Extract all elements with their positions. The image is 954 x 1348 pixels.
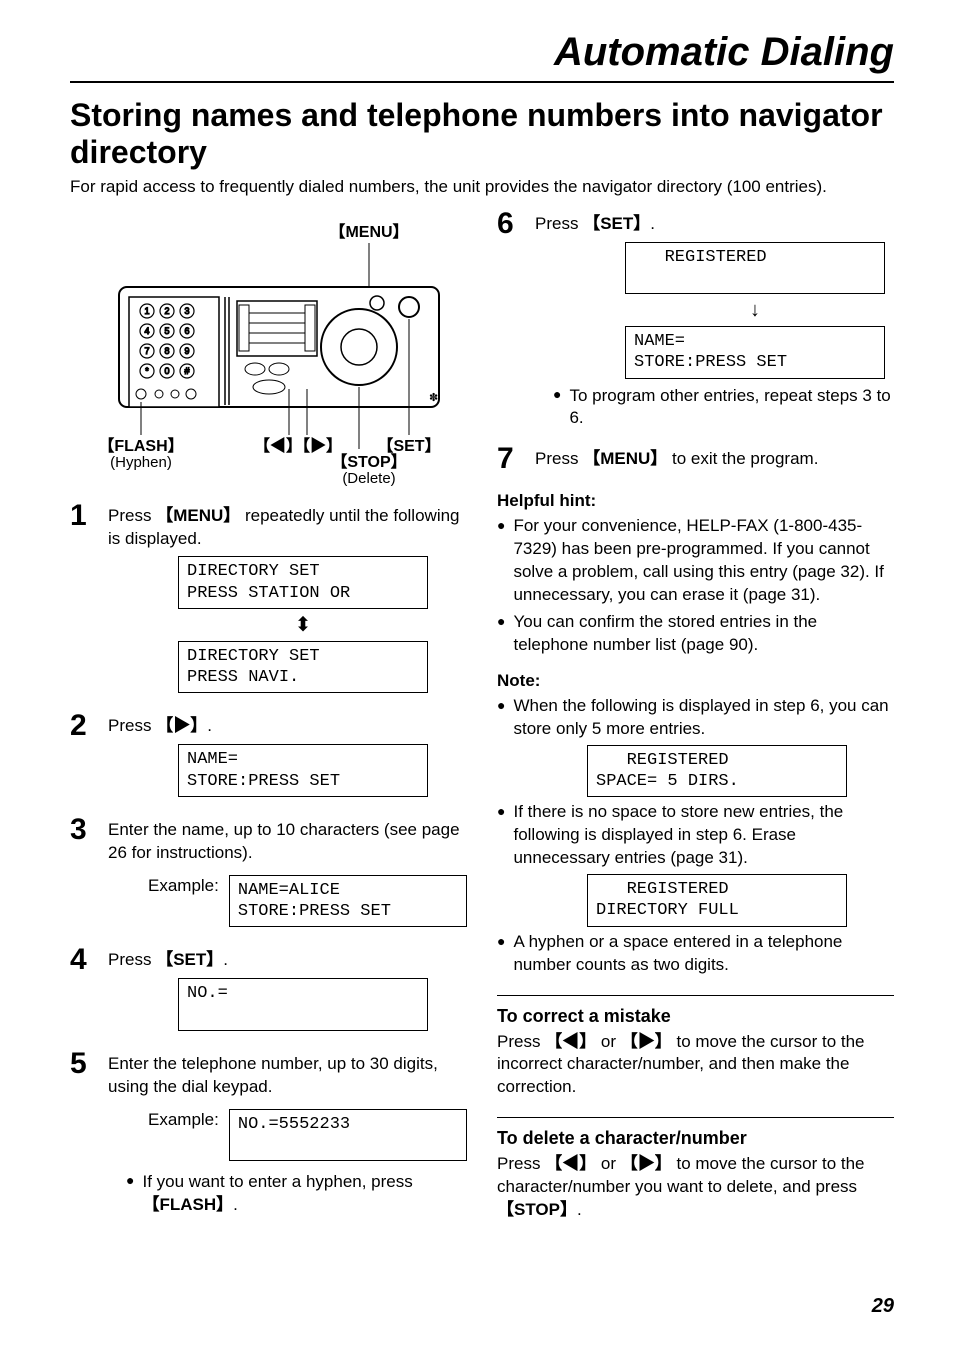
- svg-text:(Hyphen): (Hyphen): [110, 454, 172, 471]
- step-text: Press: [108, 506, 156, 525]
- page-number: 29: [872, 1295, 894, 1318]
- lcd-display: REGISTERED DIRECTORY FULL: [587, 874, 847, 927]
- svg-text:(Delete): (Delete): [342, 470, 395, 487]
- svg-text:8: 8: [164, 346, 169, 356]
- step-number: 3: [70, 815, 94, 931]
- step-number: 1: [70, 501, 94, 698]
- step-6: 6 Press 【SET】. REGISTERED ↓ NAME= STORE:…: [497, 209, 894, 431]
- bullet-icon: ●: [497, 801, 505, 870]
- section-heading: Storing names and telephone numbers into…: [70, 97, 894, 171]
- step-text: to exit the program.: [667, 449, 818, 468]
- step-text: .: [650, 214, 655, 233]
- step-text: .: [223, 950, 228, 969]
- bullet-icon: ●: [497, 611, 505, 657]
- step-number: 5: [70, 1049, 94, 1217]
- example-label: Example:: [148, 1105, 219, 1132]
- svg-text:#: #: [184, 366, 189, 376]
- svg-text:2: 2: [164, 306, 169, 316]
- bullet-text: If you want to enter a hyphen, press: [142, 1172, 412, 1191]
- svg-text:4: 4: [144, 326, 149, 336]
- svg-text:3: 3: [184, 306, 189, 316]
- svg-text:9: 9: [184, 346, 189, 356]
- lcd-display: NO.=: [178, 978, 428, 1031]
- lcd-display: NAME= STORE:PRESS SET: [178, 744, 428, 797]
- bullet-text: .: [233, 1195, 238, 1214]
- step-1: 1 Press 【MENU】 repeatedly until the foll…: [70, 501, 467, 698]
- divider: [497, 1117, 894, 1118]
- device-diagram: 【MENU】 1 2 3 4 5 6 7 8 9 *: [70, 217, 467, 487]
- lcd-display: NAME= STORE:PRESS SET: [625, 326, 885, 379]
- helpful-hint-heading: Helpful hint:: [497, 491, 894, 511]
- hint-item: You can confirm the stored entries in th…: [513, 611, 894, 657]
- svg-text:0: 0: [164, 366, 169, 376]
- lcd-display: REGISTERED: [625, 242, 885, 295]
- bullet-icon: ●: [497, 931, 505, 977]
- step-number: 2: [70, 711, 94, 800]
- step-number: 7: [497, 444, 521, 477]
- step-3: 3 Enter the name, up to 10 characters (s…: [70, 815, 467, 931]
- lcd-display: NO.=5552233: [229, 1109, 467, 1162]
- correct-heading: To correct a mistake: [497, 1006, 894, 1027]
- note-item: A hyphen or a space entered in a telepho…: [513, 931, 894, 977]
- section-intro: For rapid access to frequently dialed nu…: [70, 177, 894, 197]
- step-text: Press: [535, 214, 583, 233]
- down-arrow-icon: ↓: [625, 298, 885, 322]
- correct-body: Press 【◀】 or 【▶】 to move the cursor to t…: [497, 1031, 894, 1100]
- lcd-display: REGISTERED SPACE= 5 DIRS.: [587, 745, 847, 798]
- svg-text:5: 5: [164, 326, 169, 336]
- divider: [497, 995, 894, 996]
- bullet-icon: ●: [497, 515, 505, 607]
- note-item: If there is no space to store new entrie…: [513, 801, 894, 870]
- svg-text:【MENU】: 【MENU】: [329, 223, 408, 241]
- step-4: 4 Press 【SET】. NO.=: [70, 945, 467, 1034]
- lcd-display: NAME=ALICE STORE:PRESS SET: [229, 875, 467, 928]
- lcd-display: DIRECTORY SET PRESS STATION OR: [178, 556, 428, 609]
- note-heading: Note:: [497, 671, 894, 691]
- step-7: 7 Press 【MENU】 to exit the program.: [497, 444, 894, 477]
- bullet-icon: ●: [553, 385, 561, 431]
- step-text: Press: [108, 716, 156, 735]
- step-text: Enter the telephone number, up to 30 dig…: [108, 1053, 467, 1099]
- lcd-display: DIRECTORY SET PRESS NAVI.: [178, 641, 428, 694]
- step-text: Press: [108, 950, 156, 969]
- svg-text:【◀】【▶】: 【◀】【▶】: [253, 437, 341, 455]
- note-item: When the following is displayed in step …: [513, 695, 894, 741]
- svg-text:*: *: [145, 366, 149, 376]
- example-label: Example:: [148, 871, 219, 898]
- hint-item: For your convenience, HELP-FAX (1-800-43…: [513, 515, 894, 607]
- svg-text:【STOP】: 【STOP】: [331, 453, 406, 471]
- page-title: Automatic Dialing: [554, 30, 894, 74]
- delete-heading: To delete a character/number: [497, 1128, 894, 1149]
- delete-body: Press 【◀】 or 【▶】 to move the cursor to t…: [497, 1153, 894, 1222]
- bullet-text: To program other entries, repeat steps 3…: [569, 385, 894, 431]
- bullet-icon: ●: [497, 695, 505, 741]
- svg-text:7: 7: [144, 346, 149, 356]
- bullet-icon: ●: [126, 1171, 134, 1217]
- step-text: Press: [535, 449, 583, 468]
- updown-arrow-icon: ⬍: [178, 613, 428, 637]
- svg-text:1: 1: [144, 306, 149, 316]
- svg-text:【FLASH】: 【FLASH】: [98, 437, 183, 455]
- step-text: Enter the name, up to 10 characters (see…: [108, 819, 467, 865]
- step-text: .: [207, 716, 212, 735]
- svg-text:✽: ✽: [429, 392, 438, 404]
- step-2: 2 Press 【▶】. NAME= STORE:PRESS SET: [70, 711, 467, 800]
- step-number: 4: [70, 945, 94, 1034]
- step-number: 6: [497, 209, 521, 431]
- step-5: 5 Enter the telephone number, up to 30 d…: [70, 1049, 467, 1217]
- svg-text:6: 6: [184, 326, 189, 336]
- svg-text:【SET】: 【SET】: [377, 437, 440, 455]
